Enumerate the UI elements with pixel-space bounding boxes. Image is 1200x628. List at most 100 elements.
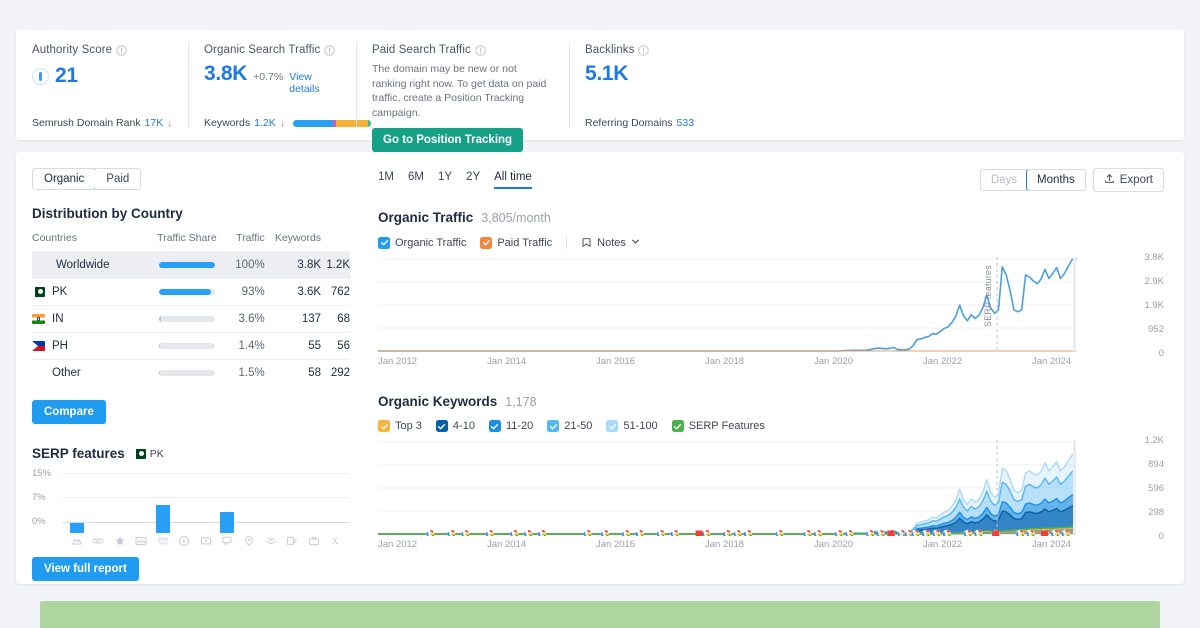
google-update-marker[interactable] [509, 529, 519, 536]
range-tab-6m[interactable]: 6M [408, 171, 424, 189]
sidebar-toggle-organic[interactable]: Organic [33, 169, 97, 189]
google-update-marker[interactable] [621, 529, 630, 536]
legend-item[interactable]: SERP Features [671, 420, 765, 432]
table-row[interactable]: PH 1.4% 55 56 [32, 332, 350, 360]
serp-bar-slot[interactable] [109, 481, 131, 533]
granularity-days[interactable]: Days [981, 170, 1027, 190]
google-core-update-marker[interactable] [887, 530, 895, 537]
checkbox-icon[interactable] [378, 420, 390, 432]
view-full-report-button[interactable]: View full report [32, 557, 139, 581]
column-header[interactable]: Traffic [217, 232, 265, 252]
checkbox-icon[interactable] [480, 236, 493, 249]
compare-button[interactable]: Compare [32, 400, 106, 424]
sitelinks-icon[interactable] [88, 535, 110, 547]
serp-bar-slot[interactable] [324, 481, 346, 533]
column-header[interactable]: Countries [32, 232, 127, 252]
checkbox-icon[interactable] [378, 236, 390, 249]
granularity-toggle[interactable]: Days Months [979, 169, 1086, 191]
serp-bar-slot[interactable] [174, 481, 196, 533]
legend-item[interactable]: 51-100 [606, 420, 658, 432]
cell-keywords[interactable]: 68 [321, 305, 350, 333]
google-update-marker[interactable] [485, 529, 494, 536]
google-update-marker[interactable] [523, 529, 533, 536]
google-update-marker[interactable] [670, 529, 679, 536]
image-icon[interactable] [152, 535, 174, 547]
google-update-marker[interactable] [813, 529, 822, 536]
serp-bar-slot[interactable] [281, 481, 303, 533]
serp-bar-slot[interactable] [131, 481, 153, 533]
cell-keywords[interactable]: 56 [321, 332, 350, 360]
jobs-icon[interactable] [303, 535, 325, 547]
serp-bar-slot[interactable] [260, 481, 282, 533]
google-core-update-marker[interactable] [992, 530, 1000, 537]
keywords-value[interactable]: 1.2K [254, 117, 276, 129]
serp-bar-slot[interactable] [66, 481, 88, 533]
column-header[interactable]: Keywords [265, 232, 321, 252]
google-update-marker[interactable] [583, 529, 592, 536]
legend-item[interactable]: 21-50 [547, 420, 592, 432]
table-row[interactable]: PK 93% 3.6K 762 [32, 278, 350, 306]
cell-traffic[interactable]: 3.6K [264, 278, 322, 306]
google-update-marker[interactable] [447, 529, 456, 536]
google-update-marker[interactable] [834, 529, 843, 536]
google-core-update-marker[interactable] [695, 530, 703, 537]
cell-traffic[interactable]: 55 [264, 332, 322, 360]
carousel-icon[interactable] [281, 535, 303, 547]
legend-item[interactable]: 11-20 [488, 420, 533, 432]
export-button[interactable]: Export [1092, 168, 1164, 192]
reviews-icon[interactable] [109, 535, 131, 547]
google-update-marker[interactable] [461, 529, 470, 536]
range-tab-1m[interactable]: 1M [378, 171, 394, 189]
cell-traffic[interactable]: 137 [264, 305, 322, 333]
legend-item[interactable]: Top 3 [378, 420, 422, 432]
local-pack-icon[interactable] [238, 535, 260, 547]
google-update-marker[interactable] [844, 529, 854, 536]
traffic-legend[interactable]: Organic Traffic Paid Traffic Notes [378, 236, 1164, 249]
info-icon[interactable] [324, 44, 336, 56]
legend-item[interactable]: Organic Traffic [378, 236, 466, 249]
google-update-marker[interactable] [722, 529, 732, 536]
twitter-icon[interactable]: X [324, 535, 346, 547]
google-update-marker[interactable] [656, 529, 665, 536]
google-update-marker[interactable] [701, 529, 711, 536]
google-update-marker[interactable] [775, 529, 784, 536]
notes-dropdown[interactable]: Notes [581, 237, 640, 249]
serp-bar-slot[interactable] [303, 481, 325, 533]
knowledge-panel-icon[interactable] [260, 535, 282, 547]
people-also-ask-icon[interactable] [217, 535, 239, 547]
google-update-marker[interactable] [803, 529, 812, 536]
domain-rank-value[interactable]: 17K [145, 117, 164, 129]
range-tab-all-time[interactable]: All time [494, 171, 532, 189]
sidebar-toggle-paid[interactable]: Paid [95, 169, 141, 189]
google-update-marker[interactable] [537, 529, 547, 536]
organic-paid-toggle[interactable]: Organic Paid [32, 168, 142, 190]
view-details-link[interactable]: View details [289, 71, 340, 95]
serp-bar-slot[interactable] [217, 481, 239, 533]
range-tab-2y[interactable]: 2Y [466, 171, 480, 189]
table-row[interactable]: Worldwide 100% 3.8K 1.2K [32, 251, 350, 279]
legend-item[interactable]: Paid Traffic [480, 236, 552, 249]
google-core-update-marker[interactable] [1041, 530, 1049, 537]
checkbox-icon[interactable] [488, 420, 501, 432]
referring-domains-value[interactable]: 533 [677, 117, 695, 129]
google-update-marker[interactable] [600, 529, 610, 536]
serp-bar-slot[interactable] [195, 481, 217, 533]
legend-item[interactable]: 4-10 [435, 420, 475, 432]
checkbox-icon[interactable] [671, 420, 684, 432]
google-update-marker[interactable] [743, 529, 753, 536]
video-icon[interactable] [174, 535, 196, 547]
column-header[interactable]: Traffic Share [127, 232, 217, 252]
keywords-legend[interactable]: Top 3 4-10 11-20 21-50 51-100 SERP Features [378, 420, 1164, 432]
google-update-marker[interactable] [865, 529, 875, 536]
info-icon[interactable] [638, 44, 650, 56]
google-update-marker[interactable] [733, 529, 742, 536]
go-to-position-tracking-button[interactable]: Go to Position Tracking [372, 128, 524, 152]
google-update-marker[interactable] [426, 529, 435, 536]
range-tab-1y[interactable]: 1Y [438, 171, 452, 189]
video-carousel-icon[interactable] [195, 535, 217, 547]
table-row[interactable]: IN 3.6% 137 68 [32, 305, 350, 333]
cell-keywords[interactable]: 762 [321, 278, 350, 306]
serp-bar-slot[interactable] [238, 481, 260, 533]
table-row[interactable]: Other 1.5% 58 292 [32, 359, 350, 386]
info-icon[interactable] [475, 44, 486, 56]
